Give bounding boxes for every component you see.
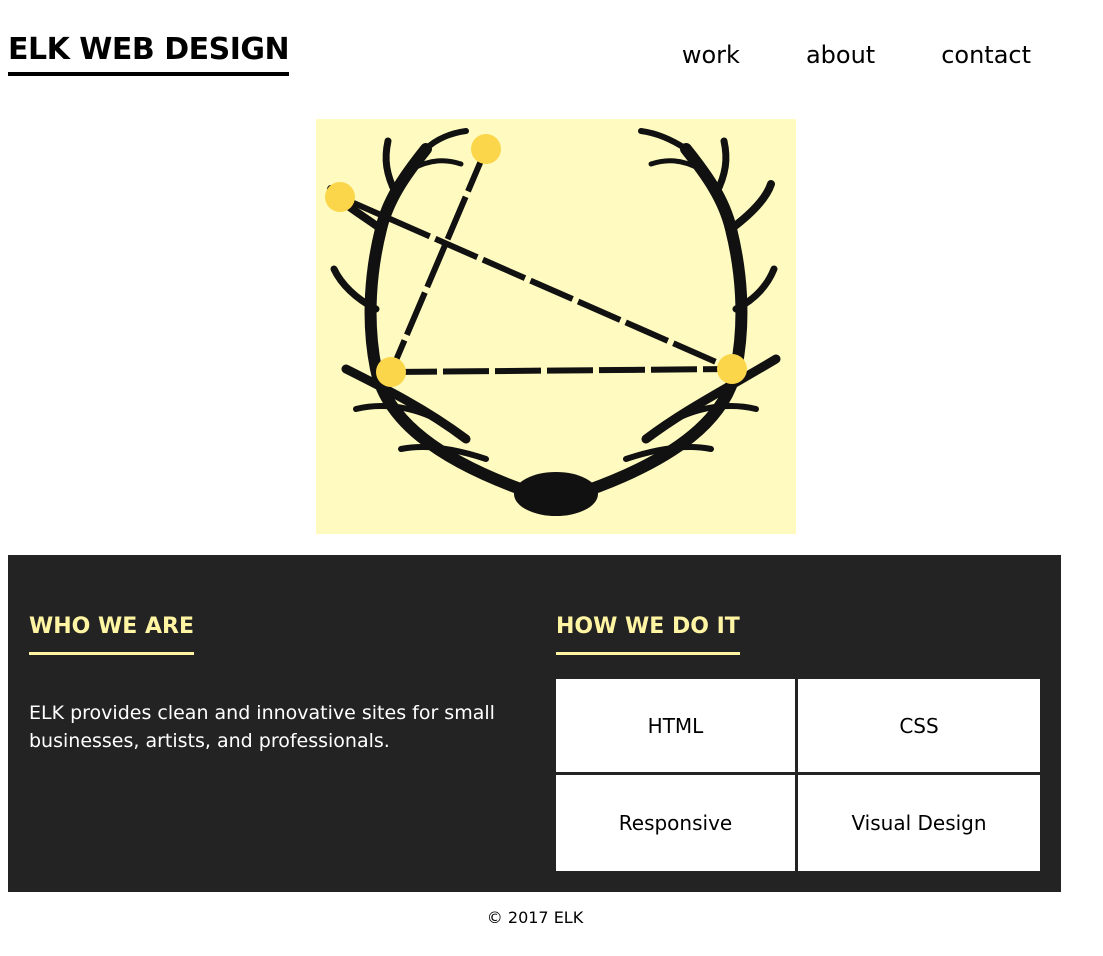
constellation-dot	[717, 354, 747, 384]
skill-tile-html: HTML	[556, 679, 795, 772]
nav-link-about[interactable]: about	[806, 38, 875, 72]
who-we-are-text: ELK provides clean and innovative sites …	[29, 702, 495, 752]
site-logo[interactable]: ELK WEB DESIGN	[8, 30, 290, 76]
skill-tile-css: CSS	[798, 679, 1040, 772]
nav-link-contact[interactable]: contact	[941, 38, 1031, 72]
hero-elk-antlers-image	[316, 119, 796, 534]
skills-grid: HTML CSS Responsive Visual Design	[556, 679, 1040, 871]
constellation-dot	[325, 182, 355, 212]
how-we-do-it-heading: HOW WE DO IT	[556, 612, 740, 655]
constellation-dot	[471, 134, 501, 164]
skill-tile-responsive: Responsive	[556, 775, 795, 871]
skill-tile-visual-design: Visual Design	[798, 775, 1040, 871]
constellation-dot	[376, 357, 406, 387]
skull-base	[514, 472, 598, 516]
footer-copyright: © 2017 ELK	[486, 908, 584, 927]
who-we-are-heading: WHO WE ARE	[29, 612, 194, 655]
main-nav: work about contact	[682, 38, 1031, 72]
info-panel: WHO WE ARE ELK provides clean and innova…	[8, 555, 1061, 892]
nav-link-work[interactable]: work	[682, 38, 740, 72]
